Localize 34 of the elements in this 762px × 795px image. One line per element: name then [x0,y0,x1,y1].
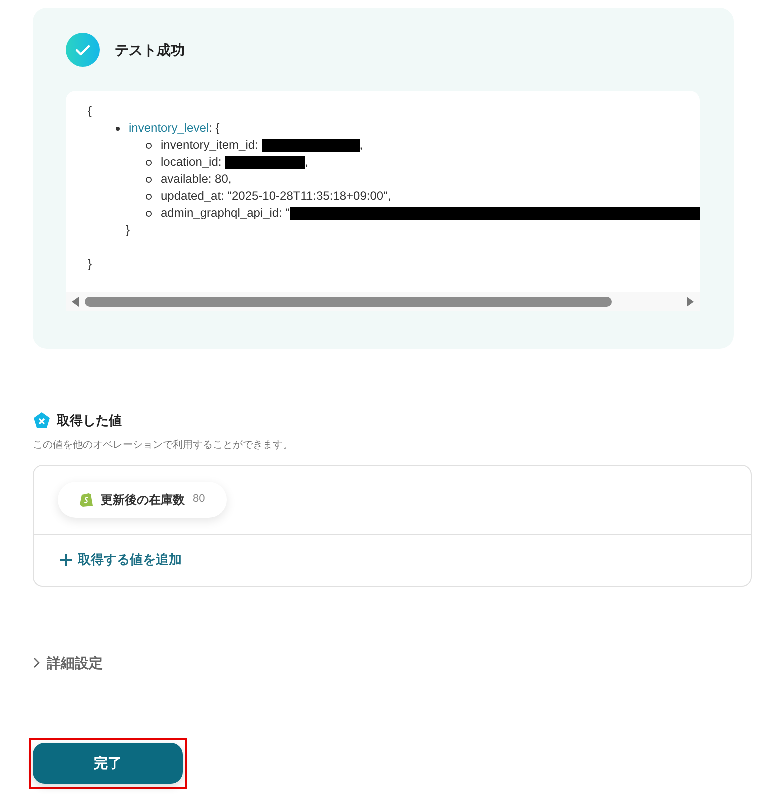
code-text: available: 80, [161,171,232,188]
code-text: } [88,257,92,271]
advanced-settings-toggle[interactable]: 詳細設定 [33,652,103,674]
result-title: テスト成功 [115,40,185,60]
chevron-icon [33,657,41,669]
chip-value: 80 [193,492,206,508]
section-title: 取得した値 [57,412,122,430]
bullet-icon [116,126,120,130]
circle-bullet-icon [146,194,152,200]
value-chip[interactable]: 更新後の在庫数 80 [58,482,228,518]
circle-bullet-icon [146,160,152,166]
code-text: { [88,104,92,118]
shopping-bag-icon [80,492,93,507]
variable-icon [33,412,51,430]
code-text: } [126,223,130,237]
code-text: , [360,137,364,154]
section-description: この値を他のオペレーションで利用することができます。 [33,438,294,452]
left-arrow-icon[interactable] [72,296,79,306]
code-text: inventory_level: { [129,120,220,137]
chip-label: 更新後の在庫数 [101,492,185,508]
code-text: location_id: [161,154,223,171]
scrollbar-thumb[interactable] [85,296,612,306]
code-text: updated_at: "2025-10-28T11:35:18+09:00", [161,188,392,205]
code-text: admin_graphql_api_id: " [161,205,290,222]
done-button[interactable]: 完了 [33,742,183,784]
horizontal-scrollbar[interactable] [66,292,700,311]
circle-bullet-icon [146,142,152,148]
plus-icon [60,554,72,566]
circle-bullet-icon [146,176,152,182]
code-text: inventory_item_id: [161,137,260,154]
circle-bullet-icon [146,210,152,216]
code-text: , [305,154,308,171]
add-value-button[interactable]: 取得する値を追加 [60,550,182,570]
right-arrow-icon[interactable] [687,296,694,306]
